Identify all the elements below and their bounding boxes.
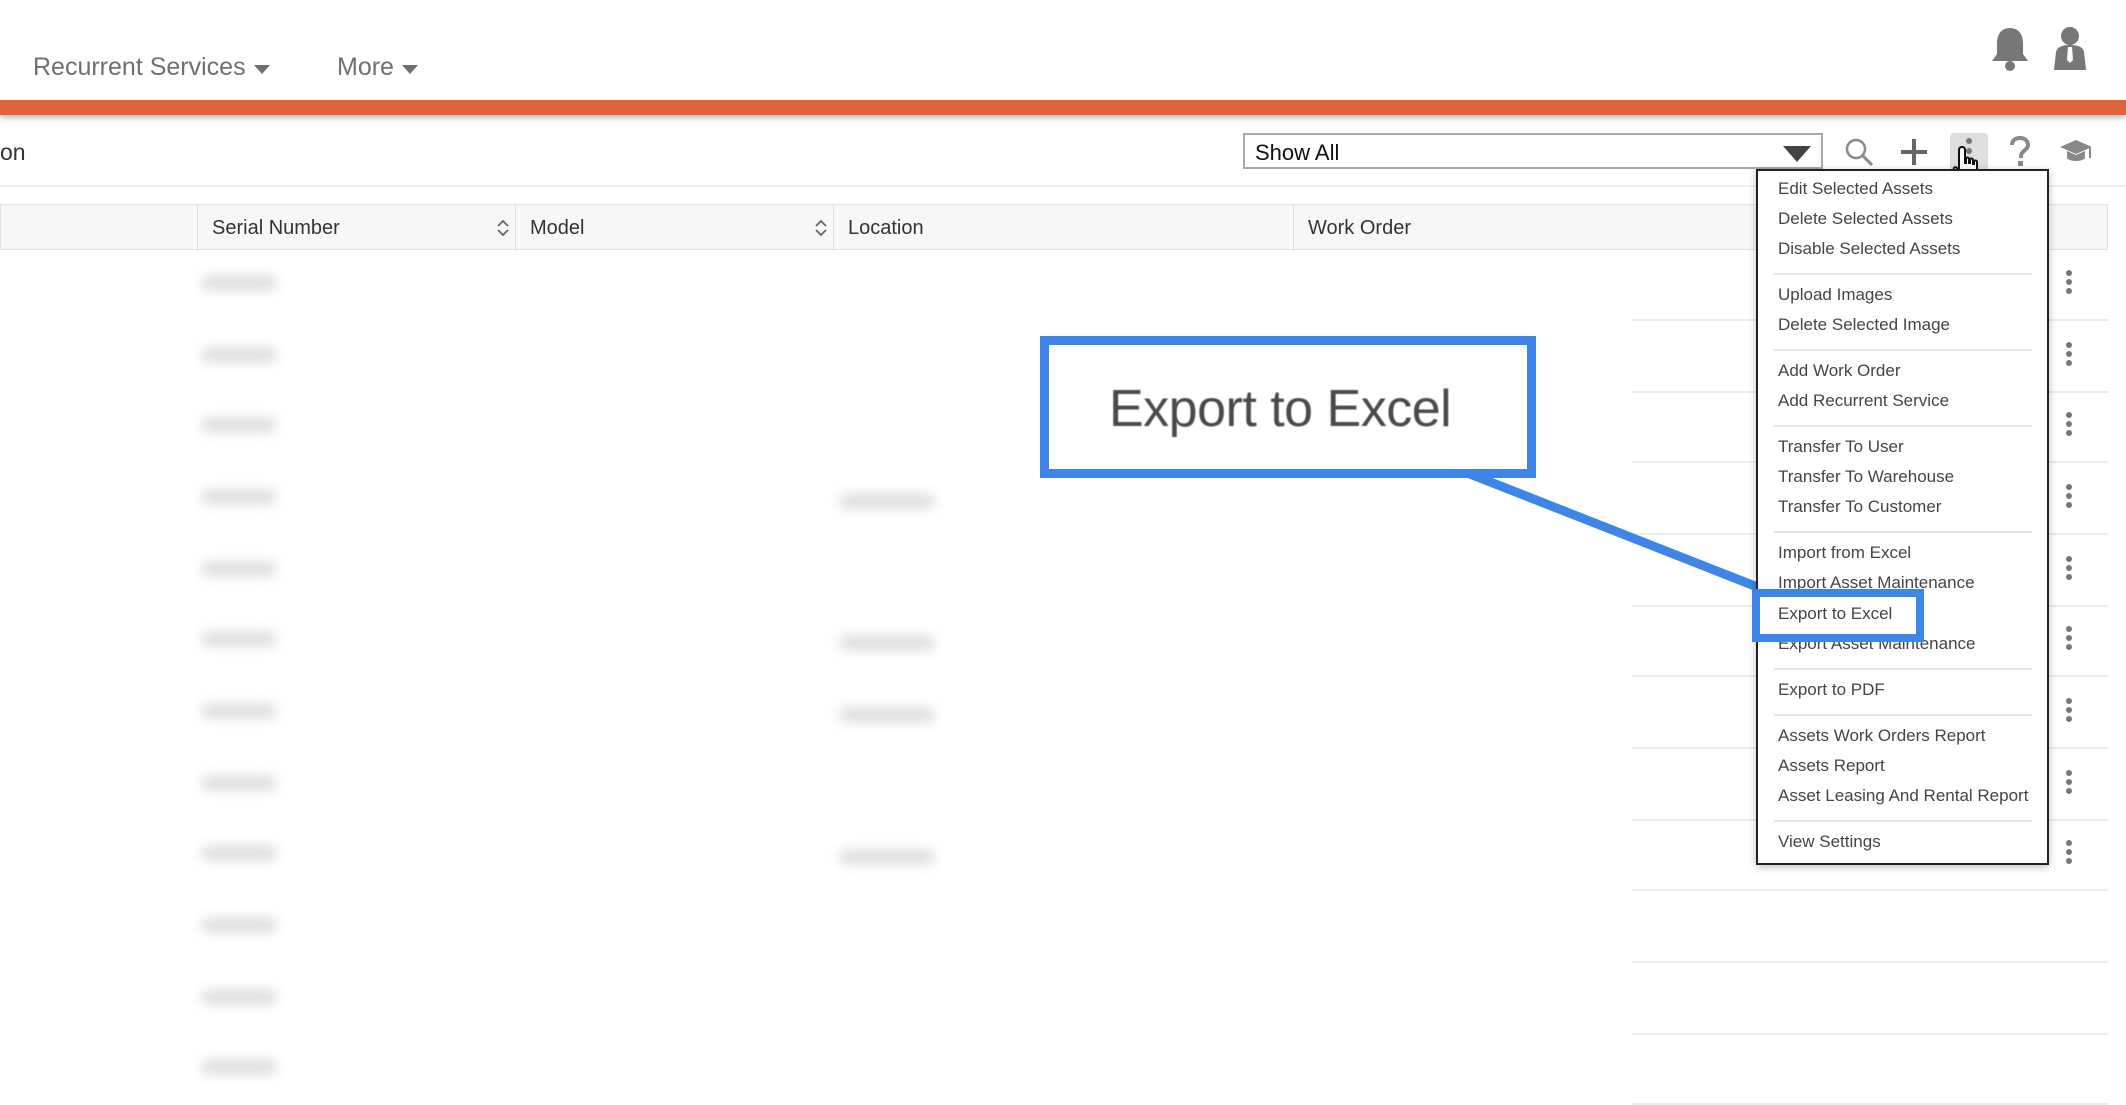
menu-divider: [1774, 273, 2032, 275]
menu-item-transfer-to-warehouse[interactable]: Transfer To Warehouse: [1778, 467, 1954, 487]
menu-item-asset-leasing-and-rental-report[interactable]: Asset Leasing And Rental Report: [1778, 786, 2028, 806]
menu-item-add-recurrent-service[interactable]: Add Recurrent Service: [1778, 391, 1949, 411]
menu-item-transfer-to-user[interactable]: Transfer To User: [1778, 437, 1904, 457]
menu-item-upload-images[interactable]: Upload Images: [1778, 285, 1892, 305]
menu-item-delete-selected-assets[interactable]: Delete Selected Assets: [1778, 209, 1953, 229]
menu-divider: [1774, 531, 2032, 533]
highlight-export-to-excel: [1752, 589, 1924, 642]
menu-item-edit-selected-assets[interactable]: Edit Selected Assets: [1778, 179, 1933, 199]
callout-text: Export to Excel: [1109, 380, 1452, 438]
menu-item-assets-report[interactable]: Assets Report: [1778, 756, 1885, 776]
menu-item-transfer-to-customer[interactable]: Transfer To Customer: [1778, 497, 1941, 517]
menu-item-disable-selected-assets[interactable]: Disable Selected Assets: [1778, 239, 1960, 259]
menu-item-add-work-order[interactable]: Add Work Order: [1778, 361, 1901, 381]
menu-item-import-from-excel[interactable]: Import from Excel: [1778, 543, 1911, 563]
menu-item-delete-selected-image[interactable]: Delete Selected Image: [1778, 315, 1950, 335]
menu-item-view-settings[interactable]: View Settings: [1778, 832, 1881, 852]
menu-divider: [1774, 714, 2032, 716]
menu-item-assets-work-orders-report[interactable]: Assets Work Orders Report: [1778, 726, 1986, 746]
menu-item-export-to-pdf[interactable]: Export to PDF: [1778, 680, 1885, 700]
menu-divider: [1774, 820, 2032, 822]
menu-divider: [1774, 349, 2032, 351]
callout-box: Export to Excel: [1040, 336, 1536, 478]
menu-divider: [1774, 668, 2032, 670]
menu-divider: [1774, 425, 2032, 427]
more-actions-menu: Edit Selected Assets Delete Selected Asse…: [1756, 169, 2049, 865]
